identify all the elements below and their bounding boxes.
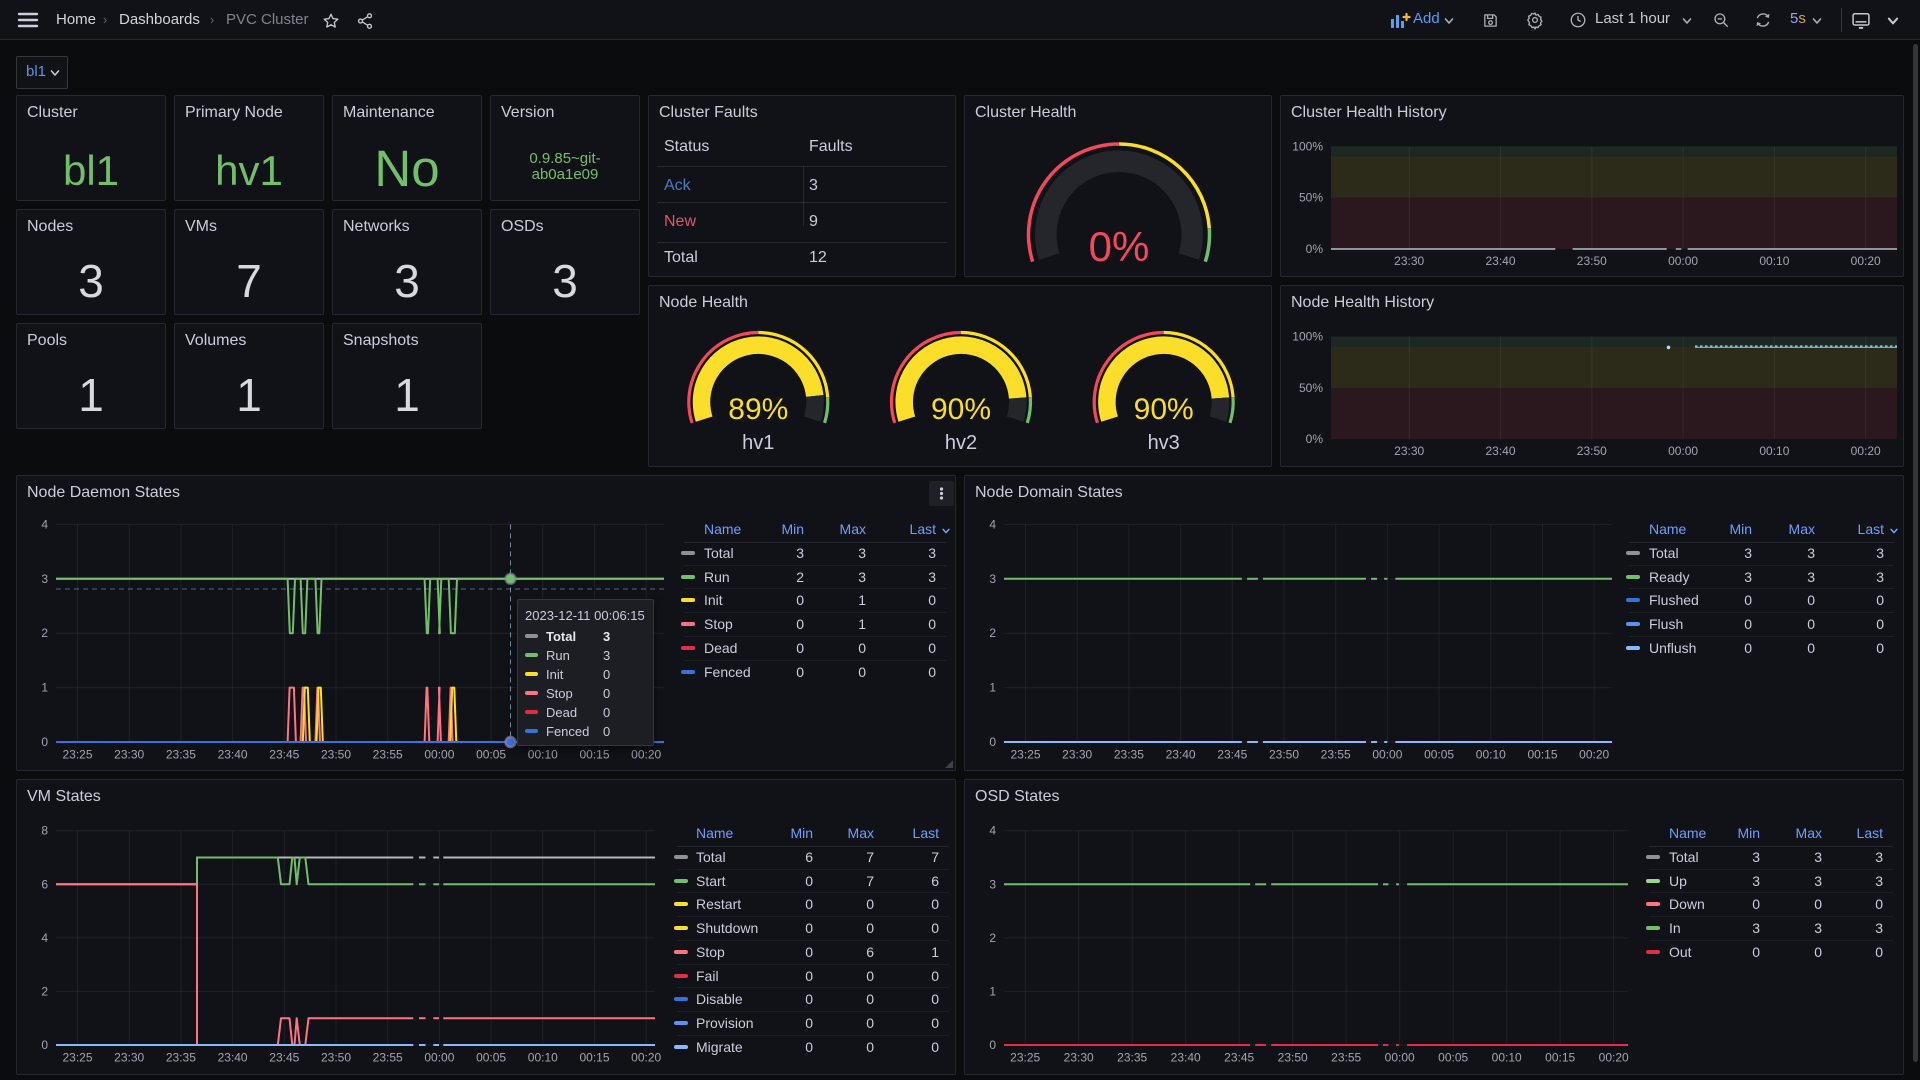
svg-text:89%: 89%	[728, 393, 788, 426]
svg-text:00:00: 00:00	[1668, 444, 1698, 458]
svg-text:00:20: 00:20	[1851, 444, 1881, 458]
svg-text:0%: 0%	[1306, 242, 1324, 256]
svg-text:hv3: hv3	[1148, 432, 1180, 454]
svg-text:0%: 0%	[1089, 223, 1150, 270]
svg-text:50%: 50%	[1299, 191, 1323, 205]
svg-text:23:50: 23:50	[1577, 254, 1607, 268]
svg-text:hv2: hv2	[945, 432, 977, 454]
svg-text:hv1: hv1	[742, 432, 774, 454]
svg-text:50%: 50%	[1299, 381, 1323, 395]
svg-text:00:20: 00:20	[1851, 254, 1881, 268]
svg-text:0%: 0%	[1306, 432, 1324, 446]
svg-text:23:30: 23:30	[1394, 254, 1424, 268]
svg-text:00:10: 00:10	[1759, 444, 1789, 458]
svg-text:23:50: 23:50	[1577, 444, 1607, 458]
svg-text:23:40: 23:40	[1485, 254, 1515, 268]
svg-text:00:10: 00:10	[1759, 254, 1789, 268]
svg-text:90%: 90%	[931, 393, 991, 426]
svg-text:100%: 100%	[1292, 330, 1323, 344]
svg-text:23:40: 23:40	[1485, 444, 1515, 458]
svg-text:23:30: 23:30	[1394, 444, 1424, 458]
svg-text:00:00: 00:00	[1668, 254, 1698, 268]
svg-text:100%: 100%	[1292, 139, 1323, 153]
svg-text:90%: 90%	[1134, 393, 1194, 426]
